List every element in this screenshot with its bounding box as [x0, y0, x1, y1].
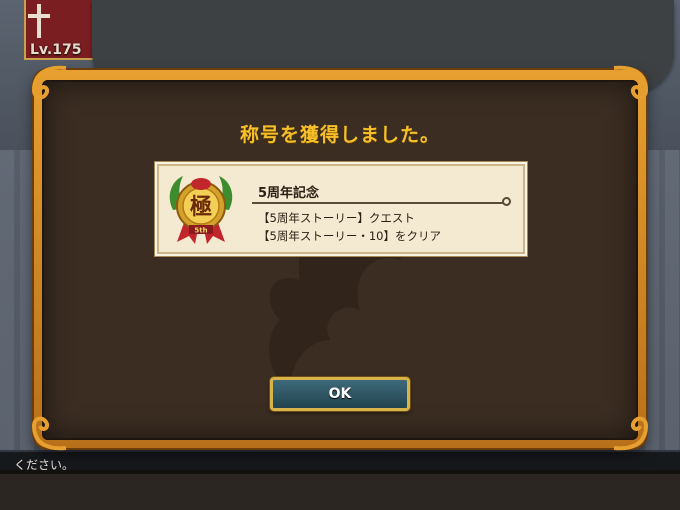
corner-ornament-icon: [31, 65, 67, 100]
title-divider: [252, 202, 510, 204]
corner-ornament-icon: [613, 416, 649, 451]
ok-button[interactable]: OK: [270, 377, 410, 411]
title-description-line2: 【5周年ストーリー・10】をクリア: [258, 229, 441, 243]
divider-end-ornament: [502, 197, 511, 206]
corner-ornament-icon: [613, 65, 649, 100]
message-bar: [0, 452, 680, 474]
player-level: Lv.175: [30, 42, 82, 58]
medal-kanji: 極: [190, 194, 212, 220]
message-text: ください。: [14, 458, 75, 472]
title-name: 5周年記念: [258, 186, 320, 201]
medal-caption: 5th: [194, 227, 207, 235]
cross-icon: [28, 4, 50, 38]
corner-ornament-icon: [31, 416, 67, 451]
title-description-line1: 【5周年ストーリー】クエスト: [258, 211, 415, 225]
ok-button-label: OK: [328, 386, 352, 402]
medal-icon: 極 5th: [169, 176, 233, 244]
background-ground: [0, 470, 680, 510]
dialog-title: 称号を獲得しました。: [239, 124, 440, 146]
